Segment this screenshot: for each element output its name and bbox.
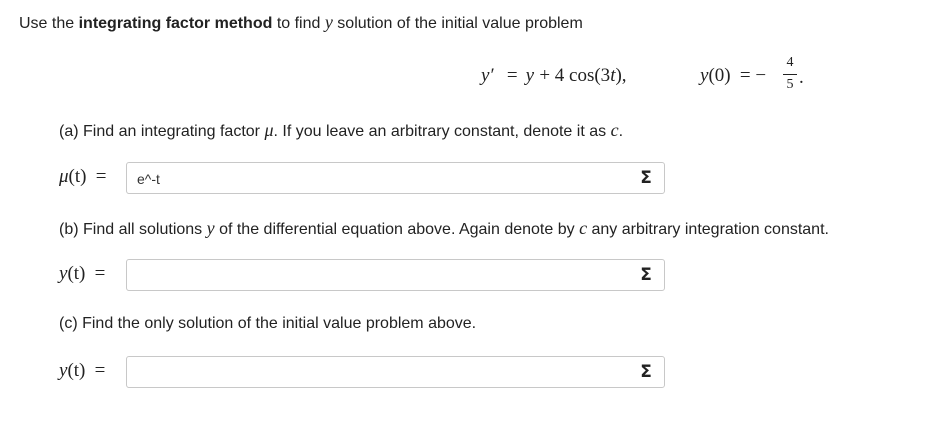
sigma-icon[interactable]: Σ <box>636 265 656 285</box>
part-c-label-arg: (t) <box>67 360 86 381</box>
part-a-period: . <box>618 123 624 140</box>
differential-equation: y′ = y + 4 cos(3t), <box>481 65 627 87</box>
intro-mid: to find <box>272 15 325 32</box>
eq-rhs-close: ), <box>615 65 627 86</box>
part-b-prompt: (b) Find all solutions y of the differen… <box>59 218 829 239</box>
part-b-const: c <box>579 218 588 238</box>
mu-answer-value[interactable]: e^-t <box>137 171 160 187</box>
general-solution-field[interactable]: Σ <box>126 259 665 291</box>
part-b-label-eq: = <box>94 263 106 284</box>
part-b-var: y <box>206 218 215 238</box>
part-b-text-mid: of the differential equation above. Agai… <box>214 221 580 238</box>
part-a-prompt: (a) Find an integrating factor μ. If you… <box>59 120 623 141</box>
intro-method: integrating factor method <box>78 15 273 32</box>
part-b-label: y(t) = <box>59 263 105 285</box>
eq-equals: = <box>506 65 518 86</box>
ic-dot: . <box>799 67 804 88</box>
ic-denominator: 5 <box>786 77 794 92</box>
part-a-label-eq: = <box>95 166 107 187</box>
sigma-icon[interactable]: Σ <box>636 168 656 188</box>
sigma-icon[interactable]: Σ <box>636 362 656 382</box>
part-a-const: c <box>610 120 619 140</box>
part-b-label-arg: (t) <box>67 263 86 284</box>
mu-answer-field[interactable]: e^-t Σ <box>126 162 665 194</box>
part-c-label-eq: = <box>94 360 106 381</box>
part-c-label: y(t) = <box>59 360 105 382</box>
part-a-text-after: . If you leave an arbitrary constant, de… <box>273 123 611 140</box>
part-a-label-fn: μ <box>59 166 69 187</box>
eq-rhs-rest: + 4 cos(3 <box>539 65 611 86</box>
ic-arg: (0) <box>708 65 731 86</box>
initial-condition: y(0) = − <box>700 65 766 87</box>
ic-fraction-bar <box>783 74 797 75</box>
ivp-solution-field[interactable]: Σ <box>126 356 665 388</box>
intro-prefix: Use the <box>19 15 79 32</box>
eq-rhs-var: y <box>525 65 535 86</box>
part-a-label-arg: (t) <box>68 166 87 187</box>
problem-intro: Use the integrating factor method to fin… <box>19 12 583 33</box>
part-b-text-after: any arbitrary integration constant. <box>587 221 829 238</box>
intro-var: y <box>324 12 333 32</box>
part-a-text-before: (a) Find an integrating factor <box>59 123 265 140</box>
eq-lhs: y′ <box>481 65 494 86</box>
ic-equals: = − <box>739 65 767 86</box>
part-a-label: μ(t) = <box>59 166 106 188</box>
ic-numerator: 4 <box>786 55 794 70</box>
part-b-text-before: (b) Find all solutions <box>59 221 207 238</box>
intro-suffix: solution of the initial value problem <box>332 15 583 32</box>
part-c-prompt: (c) Find the only solution of the initia… <box>59 315 477 332</box>
